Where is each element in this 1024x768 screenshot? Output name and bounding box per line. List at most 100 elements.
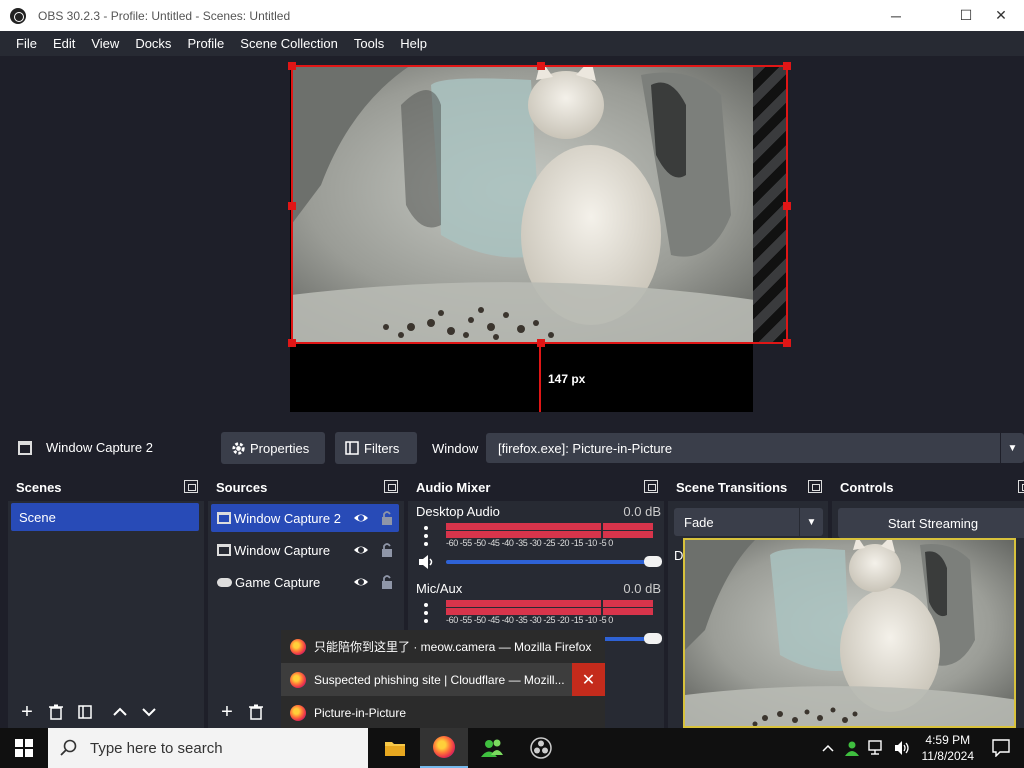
speaker-icon[interactable] xyxy=(418,554,436,570)
clock-date: 11/8/2024 xyxy=(921,749,975,763)
properties-button[interactable]: Properties xyxy=(221,432,325,464)
menu-view[interactable]: View xyxy=(91,36,119,51)
undock-icon[interactable] xyxy=(808,480,822,493)
notification-icon[interactable] xyxy=(992,739,1010,757)
close-button[interactable]: ✕ xyxy=(978,0,1024,31)
gamepad-icon xyxy=(217,577,232,587)
source-item[interactable]: Window Capture 2 xyxy=(211,504,399,532)
source-context-bar: Window Capture 2 Properties Filters Wind… xyxy=(0,428,1024,468)
source-item[interactable]: Game Capture xyxy=(211,568,399,596)
eye-icon[interactable] xyxy=(353,542,369,558)
scenes-title: Scenes xyxy=(16,480,62,495)
chevron-up-icon xyxy=(113,707,127,716)
filters-button[interactable]: Filters xyxy=(335,432,417,464)
window-select[interactable]: [firefox.exe]: Picture-in-Picture ▼ xyxy=(486,433,1024,463)
taskbar-firefox[interactable] xyxy=(420,728,468,768)
windows-logo-icon xyxy=(15,739,33,757)
more-options-icon[interactable] xyxy=(418,601,434,625)
taskbar-search-box[interactable]: Type here to search xyxy=(48,728,368,768)
people-icon[interactable] xyxy=(844,740,860,756)
transitions-title: Scene Transitions xyxy=(676,480,788,495)
transition-select[interactable]: Fade ▼ xyxy=(674,508,823,536)
eye-icon[interactable] xyxy=(353,510,369,526)
taskbar-obs[interactable] xyxy=(517,728,565,768)
menu-edit[interactable]: Edit xyxy=(53,36,75,51)
resize-handle[interactable] xyxy=(783,339,791,347)
volume-slider[interactable] xyxy=(446,556,662,567)
menu-docks[interactable]: Docks xyxy=(135,36,171,51)
volume-icon[interactable] xyxy=(894,740,912,756)
channel-name: Mic/Aux xyxy=(416,581,463,596)
window-list-item[interactable]: 只能陪你到这里了 · meow.camera — Mozilla Firefox xyxy=(281,630,605,663)
firefox-icon xyxy=(290,638,306,655)
filter-icon xyxy=(78,705,92,719)
remove-source-button[interactable] xyxy=(243,700,269,724)
scene-filters-button[interactable] xyxy=(72,700,98,724)
resize-handle[interactable] xyxy=(288,62,296,70)
lock-icon[interactable] xyxy=(379,574,395,590)
network-icon[interactable] xyxy=(867,740,886,756)
window-list-label: Picture-in-Picture xyxy=(314,705,407,720)
taskbar-clock[interactable]: 4:59 PM 11/8/2024 xyxy=(922,732,975,764)
start-streaming-button[interactable]: Start Streaming xyxy=(838,508,1024,538)
mixer-title: Audio Mixer xyxy=(416,480,491,495)
taskbar-file-explorer[interactable] xyxy=(371,728,419,768)
menu-profile[interactable]: Profile xyxy=(187,36,224,51)
context-source: Window Capture 2 xyxy=(18,440,153,455)
add-scene-button[interactable]: + xyxy=(14,700,40,724)
scene-list-item[interactable]: Scene xyxy=(11,503,199,531)
window-list-label: 只能陪你到这里了 · meow.camera — Mozilla Firefox xyxy=(314,640,592,654)
menu-help[interactable]: Help xyxy=(400,36,427,51)
chevron-down-icon: ▼ xyxy=(1000,433,1024,463)
system-tray: 4:59 PM 11/8/2024 xyxy=(821,728,1024,768)
menu-scene-collection[interactable]: Scene Collection xyxy=(240,36,338,51)
move-scene-down-button[interactable] xyxy=(136,700,162,724)
close-window-button[interactable]: ✕ xyxy=(572,663,605,696)
resize-handle[interactable] xyxy=(783,202,791,210)
taskbar-people-app[interactable] xyxy=(468,728,516,768)
firefox-icon xyxy=(433,736,455,758)
source-selection-box[interactable] xyxy=(288,62,791,347)
window-label: Window xyxy=(432,441,479,456)
trash-icon xyxy=(49,704,63,720)
add-source-button[interactable]: + xyxy=(214,700,240,724)
picture-in-picture-window[interactable] xyxy=(683,538,1016,728)
more-options-icon[interactable] xyxy=(418,524,434,548)
channel-db: 0.0 dB xyxy=(623,581,661,596)
volume-meter xyxy=(446,531,653,538)
chevron-up-icon[interactable] xyxy=(821,744,834,752)
meter-scale: -60 -55 -50 -45 -40 -35 -30 -25 -20 -15 … xyxy=(446,538,613,548)
undock-icon[interactable] xyxy=(644,480,658,493)
menu-tools[interactable]: Tools xyxy=(354,36,384,51)
minimize-button[interactable]: ─ xyxy=(873,0,919,31)
scenes-header: Scenes xyxy=(8,474,204,501)
slider-knob[interactable] xyxy=(644,556,662,567)
slider-knob[interactable] xyxy=(644,633,662,644)
start-button[interactable] xyxy=(0,728,48,768)
controls-title: Controls xyxy=(840,480,894,495)
lock-icon[interactable] xyxy=(379,542,395,558)
window-list-item[interactable]: Suspected phishing site | Cloudflare — M… xyxy=(281,663,605,696)
firefox-icon xyxy=(290,671,306,688)
resize-handle[interactable] xyxy=(288,202,296,210)
window-icon xyxy=(18,440,32,455)
remove-scene-button[interactable] xyxy=(43,700,69,724)
move-scene-up-button[interactable] xyxy=(107,700,133,724)
window-list-item[interactable]: Picture-in-Picture xyxy=(281,696,605,729)
resize-handle[interactable] xyxy=(288,339,296,347)
resize-handle[interactable] xyxy=(537,62,545,70)
undock-icon[interactable] xyxy=(184,480,198,493)
distance-guide-line xyxy=(539,344,541,412)
lock-icon[interactable] xyxy=(379,510,395,526)
transitions-header: Scene Transitions xyxy=(668,474,828,501)
volume-meter xyxy=(446,523,653,530)
undock-icon[interactable] xyxy=(384,480,398,493)
window-select-value: [firefox.exe]: Picture-in-Picture xyxy=(498,440,673,456)
resize-handle[interactable] xyxy=(783,62,791,70)
windows-taskbar: Type here to search 4:59 PM 11/8/2024 xyxy=(0,728,1024,768)
menu-file[interactable]: File xyxy=(16,36,37,51)
distance-label: 147 px xyxy=(548,372,586,386)
eye-icon[interactable] xyxy=(353,574,369,590)
undock-icon[interactable] xyxy=(1018,480,1024,493)
source-item[interactable]: Window Capture xyxy=(211,536,399,564)
